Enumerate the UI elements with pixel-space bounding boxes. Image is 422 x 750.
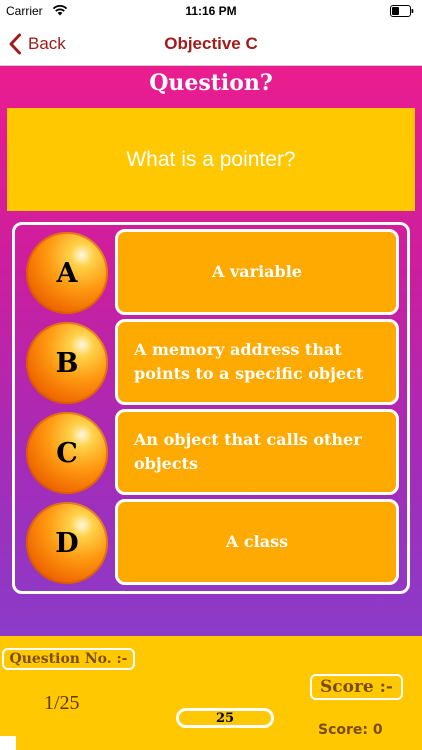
back-label: Back <box>28 34 66 53</box>
question-text: What is a pointer? <box>126 147 296 171</box>
option-b-answer-button[interactable]: A memory address that points to a specif… <box>115 319 399 405</box>
score-label-box: Score :- <box>310 674 403 700</box>
option-letter: D <box>55 527 79 559</box>
corner-patch <box>0 736 16 750</box>
option-text: An object that calls other objects <box>134 430 362 473</box>
question-number-label: Question No. :- <box>9 651 128 667</box>
option-text: A class <box>225 532 289 551</box>
option-a-ball[interactable]: A <box>26 232 108 314</box>
score-value: Score: 0 <box>318 722 383 738</box>
score-label: Score :- <box>320 677 393 697</box>
option-letter: C <box>56 437 78 469</box>
question-number-value: 1/25 <box>44 692 80 714</box>
option-text: A memory address that points to a specif… <box>134 340 364 383</box>
question-heading: Question? <box>149 70 273 96</box>
chevron-left-icon <box>9 33 21 55</box>
option-d[interactable]: D A class <box>14 499 400 585</box>
status-bar: Carrier 11:16 PM <box>0 0 422 22</box>
option-a[interactable]: A A variable <box>14 229 400 315</box>
option-c[interactable]: C An object that calls other objects <box>14 409 400 495</box>
back-button[interactable]: Back <box>8 30 66 58</box>
progress-value: 25 <box>215 710 235 726</box>
option-text: A variable <box>212 262 302 281</box>
navigation-bar: Back Objective C <box>0 22 422 66</box>
option-letter: B <box>55 347 79 379</box>
option-d-answer-button[interactable]: A class <box>115 499 399 585</box>
battery-icon <box>390 5 414 17</box>
option-b-ball[interactable]: B <box>26 322 108 404</box>
option-a-answer-button[interactable]: A variable <box>115 229 399 315</box>
clock-time: 11:16 PM <box>185 4 237 18</box>
question-box: What is a pointer? <box>7 108 415 211</box>
question-number-label-box: Question No. :- <box>2 648 135 670</box>
option-letter: A <box>56 257 78 289</box>
option-b[interactable]: B A memory address that points to a spec… <box>14 319 400 405</box>
option-c-answer-button[interactable]: An object that calls other objects <box>115 409 399 495</box>
option-d-ball[interactable]: D <box>26 502 108 584</box>
option-c-ball[interactable]: C <box>26 412 108 494</box>
progress-indicator: 25 <box>176 708 274 728</box>
